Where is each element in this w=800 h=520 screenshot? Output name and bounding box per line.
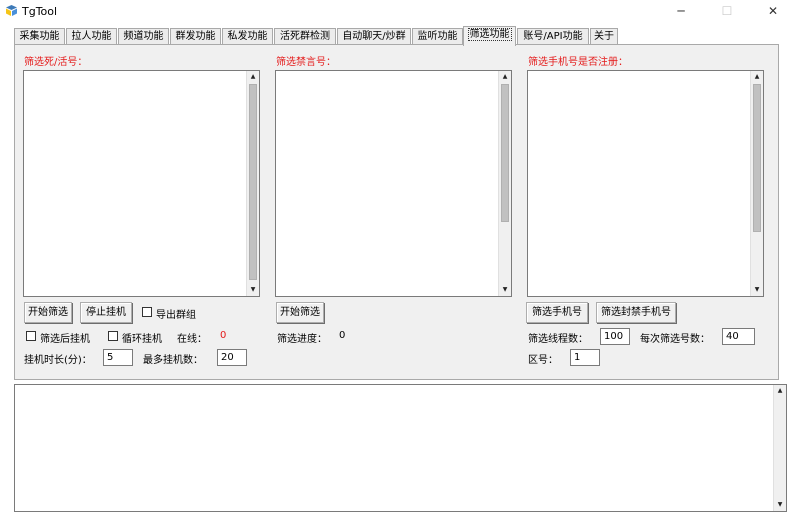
scroll-up-icon[interactable]: ▲ (247, 71, 259, 83)
online-count: 0 (220, 330, 227, 341)
start-filter-button[interactable]: 开始筛选 (24, 302, 72, 323)
scroll-up-icon[interactable]: ▲ (751, 71, 763, 83)
app-icon (6, 5, 17, 16)
after-filter-label: 筛选后挂机 (40, 334, 90, 345)
vertical-scrollbar[interactable]: ▲ ▼ (773, 385, 786, 511)
close-button[interactable]: ✕ (750, 0, 796, 22)
max-hang-input[interactable]: 20 (217, 349, 247, 366)
scroll-thumb[interactable] (753, 84, 761, 232)
scroll-thumb[interactable] (501, 84, 509, 222)
area-code-input[interactable]: 1 (570, 349, 600, 366)
tab-group-send[interactable]: 群发功能 (170, 28, 221, 45)
tab-channel[interactable]: 频道功能 (118, 28, 169, 45)
log-textarea[interactable]: ▲ ▼ (14, 384, 787, 512)
window-title: TgTool (22, 5, 58, 18)
export-groups-checkbox[interactable] (142, 307, 152, 317)
scroll-down-icon[interactable]: ▼ (247, 284, 259, 296)
tab-about[interactable]: 关于 (590, 28, 618, 45)
filter-phone-button[interactable]: 筛选手机号 (526, 302, 588, 323)
tab-filter[interactable]: 筛选功能 (463, 26, 516, 46)
dead-alive-title: 筛选死/活号： (24, 57, 88, 68)
progress-label: 筛选进度： (277, 334, 327, 345)
phone-textarea[interactable]: ▲ ▼ (527, 70, 764, 297)
muted-textarea[interactable]: ▲ ▼ (275, 70, 512, 297)
online-label: 在线： (177, 334, 207, 345)
scroll-down-icon[interactable]: ▼ (751, 284, 763, 296)
tab-account-api[interactable]: 账号/API功能 (517, 28, 589, 45)
duration-input[interactable]: 5 (103, 349, 133, 366)
tab-group-detect[interactable]: 活死群检测 (274, 28, 336, 45)
vertical-scrollbar[interactable]: ▲ ▼ (498, 71, 511, 296)
maximize-button[interactable]: ☐ (704, 0, 750, 22)
loop-hang-label: 循环挂机 (122, 334, 162, 345)
vertical-scrollbar[interactable]: ▲ ▼ (246, 71, 259, 296)
scroll-down-icon[interactable]: ▼ (499, 284, 511, 296)
tab-pull[interactable]: 拉人功能 (66, 28, 117, 45)
scroll-up-icon[interactable]: ▲ (774, 385, 786, 397)
threads-input[interactable]: 100 (600, 328, 630, 345)
stop-hang-button[interactable]: 停止挂机 (80, 302, 132, 323)
start-filter-muted-button[interactable]: 开始筛选 (276, 302, 324, 323)
phone-registered-title: 筛选手机号是否注册： (528, 57, 628, 68)
title-bar: TgTool ─ ☐ ✕ (0, 0, 800, 22)
scroll-up-icon[interactable]: ▲ (499, 71, 511, 83)
per-batch-label: 每次筛选号数： (640, 334, 710, 345)
filter-banned-phone-button[interactable]: 筛选封禁手机号 (596, 302, 676, 323)
export-groups-label: 导出群组 (156, 310, 196, 321)
loop-hang-checkbox[interactable] (108, 331, 118, 341)
scroll-thumb[interactable] (249, 84, 257, 280)
area-code-label: 区号： (528, 355, 558, 366)
max-hang-label: 最多挂机数： (143, 355, 203, 366)
duration-label: 挂机时长(分)： (24, 355, 92, 366)
threads-label: 筛选线程数： (528, 334, 588, 345)
tab-auto-chat[interactable]: 自动聊天/炒群 (337, 28, 411, 45)
per-batch-input[interactable]: 40 (722, 328, 755, 345)
vertical-scrollbar[interactable]: ▲ ▼ (750, 71, 763, 296)
filter-panel: 筛选死/活号： ▲ ▼ 开始筛选 停止挂机 导出群组 筛选后挂机 循环挂机 在线… (14, 44, 779, 380)
tab-collect[interactable]: 采集功能 (14, 28, 65, 45)
after-filter-checkbox[interactable] (26, 331, 36, 341)
progress-value: 0 (339, 330, 346, 341)
tab-private-send[interactable]: 私发功能 (222, 28, 273, 45)
muted-title: 筛选禁言号： (276, 57, 336, 68)
scroll-down-icon[interactable]: ▼ (774, 499, 786, 511)
minimize-button[interactable]: ─ (658, 0, 704, 22)
tab-monitor[interactable]: 监听功能 (412, 28, 463, 45)
dead-alive-textarea[interactable]: ▲ ▼ (23, 70, 260, 297)
